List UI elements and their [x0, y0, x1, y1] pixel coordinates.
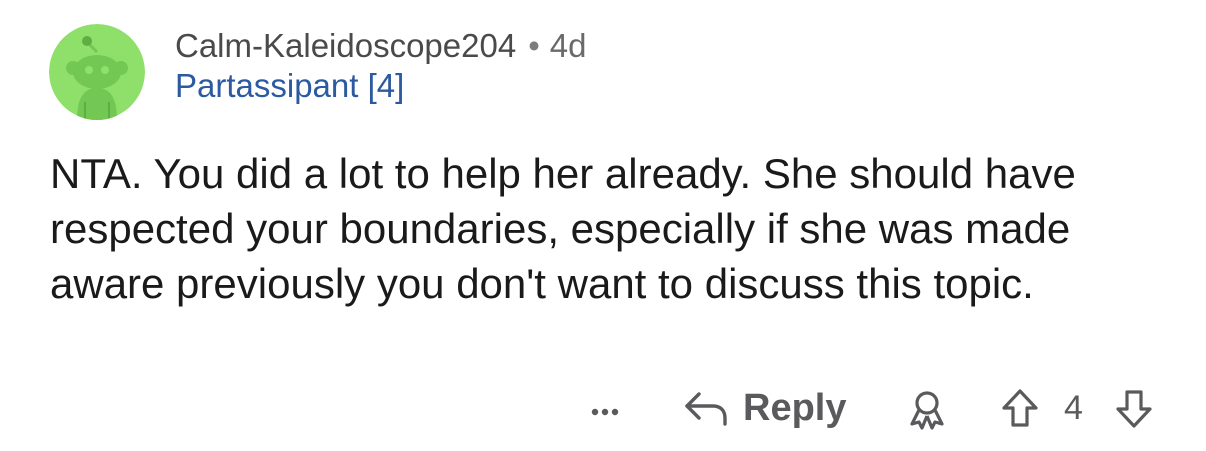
meta-separator: • [528, 27, 540, 64]
comment-body: NTA. You did a lot to help her already. … [50, 150, 1076, 307]
upvote-arrow-icon [1002, 389, 1038, 427]
award-button[interactable] [905, 388, 949, 432]
reply-button[interactable]: Reply [683, 382, 846, 434]
snoo-avatar-icon [49, 24, 145, 120]
more-dots-icon [591, 408, 619, 416]
more-options-button[interactable] [585, 388, 625, 428]
downvote-button[interactable] [1114, 388, 1154, 430]
comment-header: Calm-Kaleidoscope204 • 4d Partassipant [4] [175, 26, 586, 106]
downvote-arrow-icon [1116, 390, 1152, 428]
avatar[interactable] [49, 24, 145, 120]
award-icon [910, 391, 944, 430]
vote-count: 4 [1064, 389, 1083, 427]
comment-age: 4d [549, 27, 587, 64]
author-meta: Calm-Kaleidoscope204 • 4d [175, 26, 586, 66]
comment-actions: Reply 4 [0, 380, 1206, 436]
comment: Calm-Kaleidoscope204 • 4d Partassipant [4]… [0, 0, 1206, 451]
upvote-button[interactable] [1000, 387, 1040, 429]
author-name[interactable]: Calm-Kaleidoscope204 [175, 27, 516, 64]
reply-label: Reply [743, 386, 847, 429]
user-flair: Partassipant [4] [175, 67, 405, 104]
reply-arrow-icon [685, 392, 727, 426]
